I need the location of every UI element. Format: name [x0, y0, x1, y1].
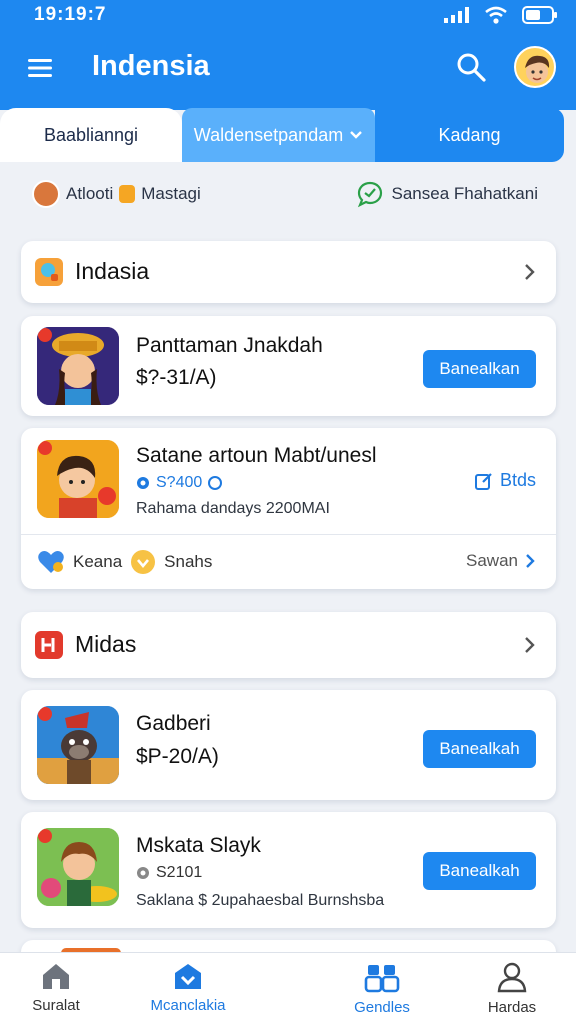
- category-icon: [35, 631, 63, 659]
- heart-icon: [38, 551, 64, 573]
- app-meta: S2101: [136, 864, 202, 882]
- app-icon-3: [37, 706, 119, 784]
- info-left-value: Mastagi: [141, 184, 201, 203]
- bottom-nav: Suralat Mcanclakia Gendles Hardas: [0, 952, 576, 1024]
- sub-row-left: Keana Snahs: [37, 549, 212, 575]
- tab-1[interactable]: Baablianngi: [0, 108, 182, 162]
- app-icon-1: [37, 327, 119, 405]
- home-icon: [43, 964, 69, 989]
- chevron-right-icon: [525, 264, 535, 280]
- install-button[interactable]: Banealkah: [423, 852, 536, 890]
- shield-icon: [131, 550, 156, 574]
- store-icon: [175, 964, 201, 989]
- app-name: Satane artoun Mabt/unesl: [136, 444, 377, 467]
- wifi-icon: [485, 6, 507, 24]
- info-row: Atlooti Mastagi Sansea Fhahatkani: [0, 162, 576, 232]
- app-card-4[interactable]: Mskata Slayk S2101 Saklana $ 2upahaesbal…: [21, 812, 556, 928]
- app-card-3[interactable]: Gadberi $P-20/A) Banealkah: [21, 690, 556, 800]
- user-avatar-icon: [32, 180, 60, 208]
- chevron-down-icon: [350, 131, 363, 139]
- info-left: Atlooti Mastagi: [32, 180, 201, 208]
- app-header: Indensia: [0, 34, 576, 110]
- app-icon-4: [37, 828, 119, 906]
- install-button[interactable]: Banealkah: [423, 730, 536, 768]
- people-icon: [364, 965, 400, 993]
- tab-bar: Baablianngi Waldensetpandam Kadang: [0, 108, 564, 162]
- section-title: Midas: [75, 631, 137, 657]
- app-price: $P-20/A): [136, 745, 219, 768]
- app-meta: S?400: [136, 474, 223, 492]
- badge-icon: [137, 867, 149, 879]
- info-left-label: Atlooti: [66, 184, 114, 203]
- profile-icon: [497, 962, 527, 993]
- app-name: Gadberi: [136, 712, 211, 735]
- section-header-1[interactable]: Indasia: [21, 241, 556, 303]
- sub-row: Keana Snahs Sawan: [21, 534, 556, 590]
- app-card-2[interactable]: Satane artoun Mabt/unesl S?400 Rahama da…: [21, 428, 556, 589]
- tab-2[interactable]: Waldensetpandam: [182, 108, 375, 162]
- nav-item-4[interactable]: Hardas: [452, 961, 572, 1016]
- app-name: Panttaman Jnakdah: [136, 334, 323, 357]
- info-right[interactable]: Sansea Fhahatkani: [356, 180, 539, 208]
- install-button[interactable]: Banealkan: [423, 350, 536, 388]
- chevron-right-icon: [525, 637, 535, 653]
- app-description: Rahama dandays 2200MAI: [136, 500, 330, 517]
- category-icon: [35, 258, 63, 286]
- hamburger-menu-icon[interactable]: [26, 54, 54, 82]
- chevron-right-icon: [526, 554, 535, 568]
- coin-icon: [208, 476, 223, 490]
- tab-3[interactable]: Kadang: [375, 108, 564, 162]
- section-title: Indasia: [75, 258, 150, 284]
- chat-icon: [357, 181, 382, 208]
- page-title: Indensia: [92, 50, 210, 82]
- details-link[interactable]: Btds: [474, 470, 536, 491]
- status-bar: 19:19:7: [0, 0, 576, 34]
- battery-icon: [522, 6, 557, 24]
- app-icon-2: [37, 440, 119, 518]
- app-description: Saklana $ 2upahaesbal Burnshsba: [136, 892, 385, 909]
- coin-icon: [119, 185, 136, 203]
- status-time: 19:19:7: [34, 4, 107, 25]
- app-card-1[interactable]: Panttaman Jnakdah $?-31/A) Banealkan: [21, 316, 556, 416]
- nav-item-2[interactable]: Mcanclakia: [128, 961, 248, 1014]
- avatar[interactable]: [514, 46, 556, 88]
- signal-icon: [444, 7, 469, 23]
- status-icons: [444, 6, 558, 24]
- app-price: $?-31/A): [136, 366, 217, 389]
- badge-icon: [137, 477, 149, 489]
- info-right-label: Sansea Fhahatkani: [391, 184, 539, 203]
- edit-icon: [474, 472, 492, 490]
- see-all-link[interactable]: Sawan: [466, 551, 536, 571]
- avatar-face-icon: [525, 55, 550, 83]
- nav-item-3[interactable]: Gendles: [322, 961, 442, 1016]
- nav-item-1[interactable]: Suralat: [0, 961, 116, 1014]
- search-icon[interactable]: [454, 50, 488, 84]
- section-header-2[interactable]: Midas: [21, 612, 556, 678]
- app-name: Mskata Slayk: [136, 834, 261, 857]
